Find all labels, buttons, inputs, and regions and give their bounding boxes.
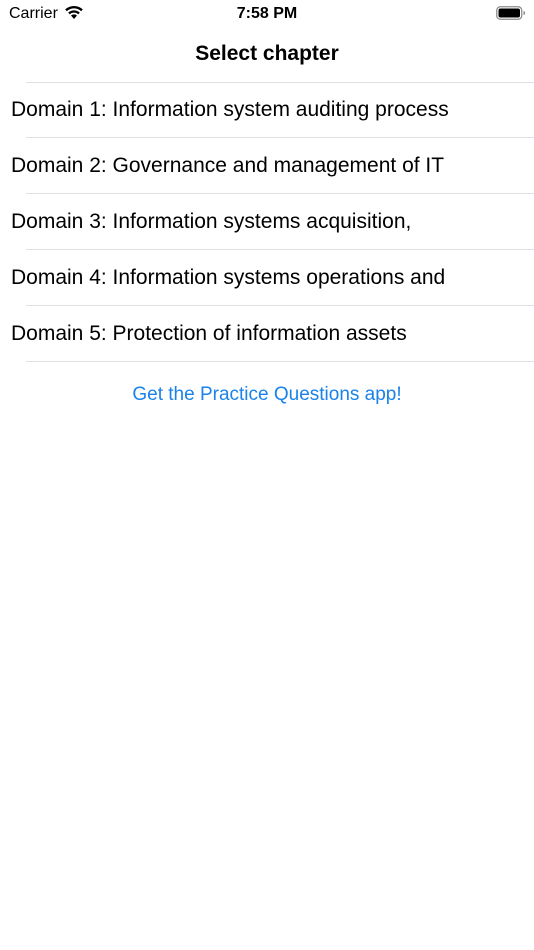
- chapter-label: Domain 4: Information systems operations…: [11, 266, 446, 289]
- chapter-label: Domain 5: Protection of information asse…: [11, 322, 407, 345]
- chapter-label: Domain 1: Information system auditing pr…: [11, 98, 449, 121]
- chapter-label: Domain 3: Information systems acquisitio…: [11, 210, 412, 233]
- status-time: 7:58 PM: [236, 5, 298, 22]
- chapter-label: Domain 2: Governance and management of I…: [11, 154, 445, 177]
- chapter-list: Domain 1: Information system auditing pr…: [0, 82, 534, 362]
- chapter-row-domain-2[interactable]: Domain 2: Governance and management of I…: [0, 138, 534, 194]
- chapter-row-domain-5[interactable]: Domain 5: Protection of information asse…: [0, 306, 534, 362]
- page-title: Select chapter: [195, 42, 339, 65]
- chapter-row-domain-3[interactable]: Domain 3: Information systems acquisitio…: [0, 194, 534, 250]
- practice-questions-app-link[interactable]: Get the Practice Questions app!: [0, 383, 534, 407]
- chapter-row-domain-4[interactable]: Domain 4: Information systems operations…: [0, 250, 534, 306]
- status-bar: Carrier 7:58 PM: [0, 0, 534, 28]
- chapter-row-domain-1[interactable]: Domain 1: Information system auditing pr…: [0, 82, 534, 138]
- battery-icon: [496, 5, 526, 21]
